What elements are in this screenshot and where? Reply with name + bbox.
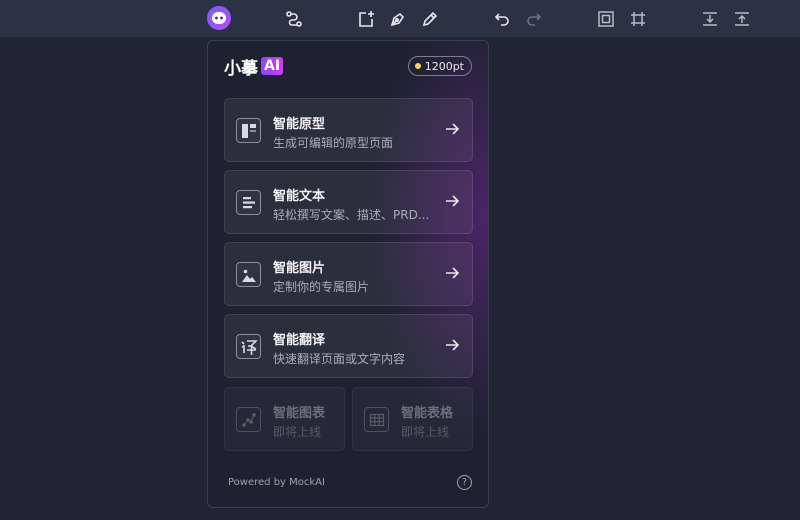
translate-icon — [236, 334, 261, 359]
card-subtitle: 定制你的专属图片 — [273, 280, 370, 294]
smart-prototype-card[interactable]: 智能原型 生成可编辑的原型页面 — [224, 98, 473, 162]
card-subtitle: 快速翻译页面或文字内容 — [273, 352, 406, 366]
arrow-right-icon — [446, 123, 460, 135]
smart-table-card: 智能表格 即将上线 — [352, 387, 473, 451]
connector-icon[interactable] — [282, 7, 306, 31]
arrow-right-icon — [446, 195, 460, 207]
coming-soon-label: 即将上线 — [273, 425, 322, 439]
card-title: 智能文本 — [273, 189, 326, 204]
card-title: 智能图表 — [273, 406, 326, 421]
redo-icon[interactable] — [522, 7, 546, 31]
pen-icon[interactable] — [386, 7, 410, 31]
undo-icon[interactable] — [490, 7, 514, 31]
chart-icon — [236, 407, 261, 432]
points-coin-icon — [414, 63, 421, 69]
top-toolbar — [0, 0, 800, 38]
card-title: 智能原型 — [273, 117, 326, 132]
brand-logo: 小摹 AI — [224, 55, 284, 79]
powered-by-text: Powered by MockAI — [228, 477, 325, 488]
smart-chart-card: 智能图表 即将上线 — [224, 387, 345, 451]
points-badge[interactable]: 1200pt — [407, 56, 472, 76]
brand-name: 小摹 — [224, 58, 258, 79]
group-frame-icon[interactable] — [626, 7, 650, 31]
layout-icon — [236, 118, 261, 143]
image-icon — [236, 262, 261, 287]
card-title: 智能表格 — [401, 406, 454, 421]
arrow-right-icon — [446, 339, 460, 351]
smart-text-card[interactable]: 智能文本 轻松撰写文案、描述、PRD... — [224, 170, 473, 234]
points-value: 1200pt — [424, 59, 464, 73]
help-icon[interactable]: ? — [457, 475, 472, 490]
align-bottom-icon[interactable] — [698, 7, 722, 31]
add-frame-icon[interactable] — [354, 7, 378, 31]
align-top-icon[interactable] — [730, 7, 754, 31]
text-icon — [236, 190, 261, 215]
coming-soon-label: 即将上线 — [401, 425, 450, 439]
ai-avatar-icon[interactable] — [207, 6, 231, 30]
table-icon — [364, 407, 389, 432]
frame-icon[interactable] — [594, 7, 618, 31]
pencil-icon[interactable] — [418, 7, 442, 31]
card-title: 智能图片 — [273, 261, 326, 276]
arrow-right-icon — [446, 267, 460, 279]
smart-image-card[interactable]: 智能图片 定制你的专属图片 — [224, 242, 473, 306]
ai-assistant-panel: 小摹 AI 1200pt 智能原型 生成可编辑的原型页面 智能文本 轻松撰写文案… — [207, 40, 489, 508]
smart-translate-card[interactable]: 智能翻译 快速翻译页面或文字内容 — [224, 314, 473, 378]
card-subtitle: 生成可编辑的原型页面 — [273, 136, 394, 150]
card-title: 智能翻译 — [273, 333, 326, 348]
brand-ai-badge: AI — [261, 57, 284, 75]
card-subtitle: 轻松撰写文案、描述、PRD... — [273, 208, 430, 222]
